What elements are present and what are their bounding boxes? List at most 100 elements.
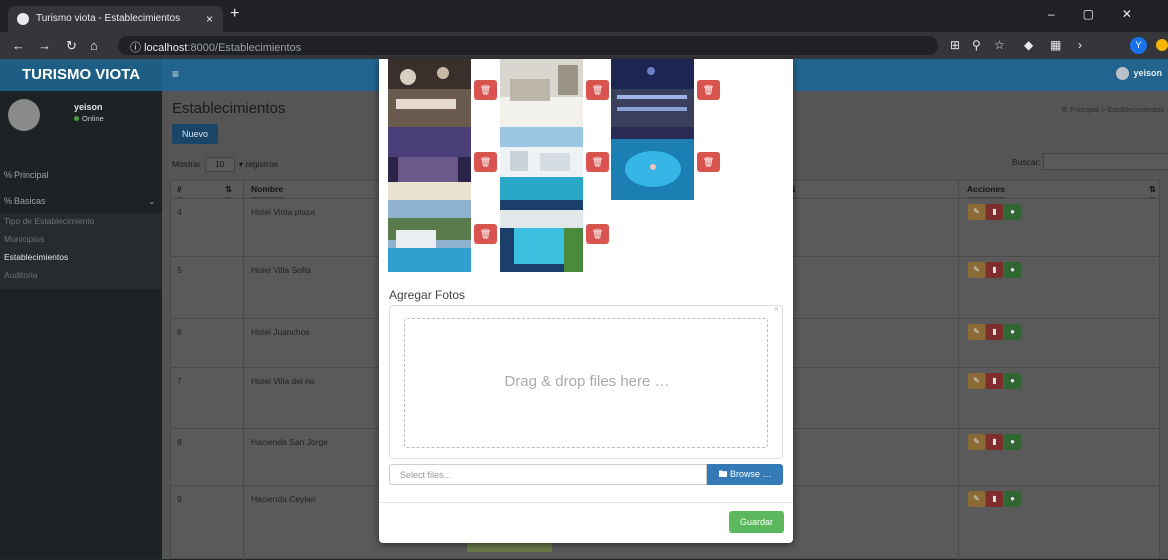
browser-tab-strip: Turismo viota - Establecimientos × + –▢✕ [0,0,1168,32]
page-size-control: Mostrar 10 ▾ registros [172,157,278,172]
add-photos-modal: 🗑 🗑 🗑 🗑 🗑 🗑 🗑 🗑 Agregar Fotos × Drag & d… [379,59,793,543]
sidebar-item-label: Basicas [14,196,46,206]
select-files-input[interactable]: Select files... [389,464,707,485]
sidebar-item-establecimientos[interactable]: Establecimientos [4,252,68,262]
close-icon[interactable]: × [774,304,779,314]
row-actions: ✎ ▮ ● [968,434,1022,450]
edit-icon[interactable]: ✎ [968,324,985,340]
delete-photo-button[interactable]: 🗑 [474,152,497,172]
update-indicator[interactable] [1156,39,1168,51]
delete-photo-button[interactable]: 🗑 [697,152,720,172]
site-info-icon[interactable]: ⓘ [130,42,141,54]
delete-photo-button[interactable]: 🗑 [586,224,609,244]
edit-icon[interactable]: ✎ [968,491,985,507]
home-icon[interactable]: ⌂ [90,38,98,53]
window-controls[interactable]: –▢✕ [1048,7,1160,21]
sidebar-item-auditoria[interactable]: Auditoria [4,270,38,280]
view-icon[interactable]: ● [1004,204,1021,220]
view-icon[interactable]: ● [1004,262,1021,278]
row-name: Hotel Viota plaza [251,207,316,217]
sidebar-user-name: yeison [74,102,103,112]
edit-icon[interactable]: ✎ [968,204,985,220]
brand-logo[interactable]: TURISMO VIOTA [0,59,162,91]
file-dropzone[interactable]: × Drag & drop files here … [389,304,783,459]
photo-thumbnail [611,127,694,200]
edit-icon[interactable]: ✎ [968,262,985,278]
view-icon[interactable]: ● [1004,324,1021,340]
bookmark-star-icon[interactable]: ☆ [994,38,1005,52]
drop-area[interactable]: Drag & drop files here … [404,318,768,448]
forward-icon[interactable]: → [38,38,51,53]
edit-icon[interactable]: ✎ [968,434,985,450]
guardar-button[interactable]: Guardar [729,511,784,533]
sidebar-item-label: Principal [14,170,49,180]
row-id: 9 [177,494,182,504]
tab-title: Turismo viota - Establecimientos [36,13,181,24]
breadcrumb-home[interactable]: Principal [1070,105,1099,114]
sidebar-item-municipios[interactable]: Municipios [4,234,44,244]
row-actions: ✎ ▮ ● [968,262,1022,278]
percent-icon: % [4,170,13,180]
delete-photo-button[interactable]: 🗑 [586,80,609,100]
row-actions: ✎ ▮ ● [968,491,1022,507]
user-avatar-icon [1116,67,1130,80]
user-status-text: Online [82,114,104,123]
delete-icon[interactable]: ▮ [986,204,1003,220]
browser-toolbar: ← → ↻ ⌂ ⓘ localhost:8000/Establecimiento… [0,32,1168,59]
sort-icon[interactable]: ⇅ [1149,181,1157,198]
back-icon[interactable]: ← [12,38,25,53]
folder-icon: 🖿 [718,469,730,479]
sidebar-item-basicas[interactable]: % Basicas ⌄ [0,196,162,206]
close-tab-icon[interactable]: × [206,12,213,26]
delete-photo-button[interactable]: 🗑 [586,152,609,172]
photo-thumbnail [500,127,583,200]
translate-icon[interactable]: ⊞ [950,38,960,52]
delete-icon[interactable]: ▮ [986,324,1003,340]
registros-label: registros [245,159,279,169]
qr-icon[interactable]: ▦ [1050,38,1061,52]
url-path: :8000/Establecimientos [187,42,302,54]
browser-tab[interactable]: Turismo viota - Establecimientos × [8,6,223,32]
delete-icon[interactable]: ▮ [986,434,1003,450]
top-user-menu[interactable]: yeison [1116,67,1162,80]
page-size-select[interactable]: 10 [204,157,235,172]
column-header-id[interactable]: # [177,181,182,198]
photo-thumbnail [388,59,471,127]
browse-button[interactable]: 🖿 Browse … [707,464,783,485]
view-icon[interactable]: ● [1004,373,1021,389]
column-header-nombre[interactable]: Nombre [251,181,284,198]
menu-toggle-icon[interactable]: ≡ [172,67,179,81]
top-user-name: yeison [1133,67,1162,78]
sort-icon[interactable]: ⇅ [225,181,233,198]
profile-avatar[interactable]: Y [1130,37,1147,54]
row-name: Hacienda San Jorge [251,437,329,447]
search-input[interactable] [1043,153,1168,170]
chevron-right-icon[interactable]: › [1078,38,1082,52]
address-bar[interactable]: ⓘ localhost:8000/Establecimientos [118,36,938,55]
user-status: Online [74,114,104,123]
view-icon[interactable]: ● [1004,434,1021,450]
row-id: 7 [177,376,182,386]
delete-photo-button[interactable]: 🗑 [474,224,497,244]
dashboard-icon: ⚙ [1061,105,1070,114]
modal-footer-divider [379,502,793,503]
zoom-icon[interactable]: ⚲ [972,38,981,52]
sidebar-item-tipo-establecimiento[interactable]: Tipo de Establecimiento [4,216,94,226]
delete-icon[interactable]: ▮ [986,262,1003,278]
new-tab-button[interactable]: + [230,5,239,23]
photo-thumbnail [388,127,471,200]
delete-photo-button[interactable]: 🗑 [697,80,720,100]
row-name: Hotel Juanchos [251,327,310,337]
view-icon[interactable]: ● [1004,491,1021,507]
row-id: 6 [177,327,182,337]
breadcrumb: ⚙ Principal > Establecimientos [1061,105,1164,114]
delete-icon[interactable]: ▮ [986,491,1003,507]
nuevo-button[interactable]: Nuevo [172,124,218,144]
delete-icon[interactable]: ▮ [986,373,1003,389]
delete-photo-button[interactable]: 🗑 [474,80,497,100]
sidebar-item-principal[interactable]: % Principal [0,170,162,180]
reload-icon[interactable]: ↻ [66,38,77,54]
extension-icon[interactable]: ◆ [1024,38,1033,52]
edit-icon[interactable]: ✎ [968,373,985,389]
row-id: 5 [177,265,182,275]
